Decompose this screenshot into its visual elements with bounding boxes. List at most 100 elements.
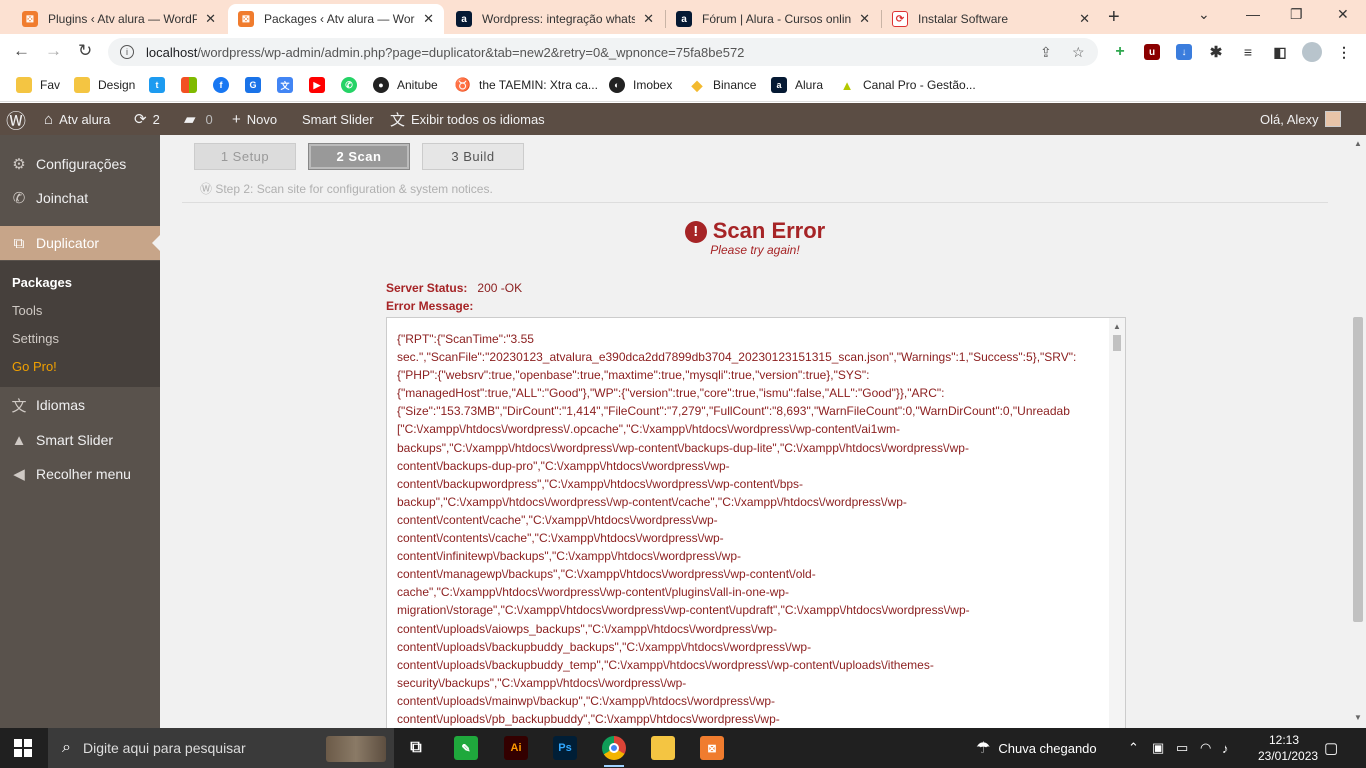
bookmark-facebook[interactable]: f <box>213 77 237 93</box>
chrome-icon[interactable] <box>602 736 626 767</box>
error-message-textarea[interactable]: {"RPT":{"ScanTime":"3.55 sec.","ScanFile"… <box>386 317 1126 728</box>
taskbar-clock[interactable]: 12:13 23/01/2023 <box>1258 732 1318 764</box>
comment-icon: ▰ <box>184 111 196 128</box>
bookmark-anitube[interactable]: ● Anitube <box>373 77 438 93</box>
comments-menu[interactable]: ▰ 0 <box>184 103 213 135</box>
back-icon[interactable]: ← <box>13 41 30 61</box>
bookmark-twitter[interactable]: t <box>149 77 173 93</box>
divider <box>182 202 1328 203</box>
whatsapp-icon: ✆ <box>341 77 357 93</box>
taskbar-search[interactable]: ⌕ Digite aqui para pesquisar <box>48 728 394 768</box>
site-info-icon[interactable]: i <box>120 45 134 59</box>
media-control-icon[interactable]: ≡ <box>1240 44 1256 60</box>
extension-plus-icon[interactable]: + <box>1112 43 1128 60</box>
smart-slider-menu[interactable]: Smart Slider <box>302 103 374 135</box>
browser-tab[interactable]: a Fórum | Alura - Cursos online ✕ <box>666 4 880 34</box>
binance-icon: ◆ <box>689 77 705 93</box>
scrollbar-thumb[interactable] <box>1353 317 1363 622</box>
new-tab-icon[interactable]: + <box>1108 6 1120 29</box>
languages-menu[interactable]: 文 Exibir todos os idiomas <box>390 103 545 135</box>
forward-icon[interactable]: → <box>45 41 62 61</box>
chevron-up-icon[interactable]: ⌃ <box>1128 728 1139 768</box>
close-tab-icon[interactable]: ✕ <box>1079 11 1090 27</box>
submenu-packages[interactable]: Packages <box>12 275 72 290</box>
submenu-go-pro[interactable]: Go Pro! <box>12 359 57 374</box>
side-panel-icon[interactable]: ◧ <box>1272 44 1288 60</box>
wifi-icon[interactable]: ◠ <box>1200 728 1211 768</box>
bookmark-whatsapp[interactable]: ✆ <box>341 77 365 93</box>
bookmark-youtube[interactable]: ▶ <box>309 77 333 93</box>
site-name-menu[interactable]: ⌂ Atv alura <box>44 103 110 135</box>
bookmark-microsoft[interactable] <box>181 77 205 93</box>
photoshop-icon[interactable]: Ps <box>553 736 577 760</box>
error-icon: ! <box>684 220 707 243</box>
close-window-icon[interactable]: ✕ <box>1337 6 1349 23</box>
browser-tab[interactable]: ⊠ Plugins ‹ Atv alura — WordPress ✕ <box>12 4 226 34</box>
battery-icon[interactable]: ▭ <box>1176 728 1188 768</box>
sidebar-item-joinchat[interactable]: ✆ Joinchat <box>0 181 160 215</box>
weather-widget[interactable]: ☂ Chuva chegando <box>976 728 1097 768</box>
bookmark-app[interactable]: G <box>245 77 269 93</box>
server-status: Server Status: 200 -OK <box>386 281 523 295</box>
scroll-down-icon[interactable]: ▼ <box>1354 713 1362 722</box>
close-tab-icon[interactable]: ✕ <box>643 11 654 27</box>
extensions-puzzle-icon[interactable]: ✱ <box>1208 44 1224 61</box>
browser-tab-active[interactable]: ⊠ Packages ‹ Atv alura — WordPress ✕ <box>228 4 444 34</box>
bookmark-translate[interactable]: 文 <box>277 77 301 93</box>
page-scrollbar[interactable]: ▲ ▼ <box>1350 135 1366 728</box>
xampp-icon[interactable]: ⊠ <box>700 736 724 760</box>
updates-menu[interactable]: ⟳ 2 <box>134 103 160 135</box>
scroll-up-icon[interactable]: ▲ <box>1113 322 1121 331</box>
new-content-menu[interactable]: + Novo <box>232 103 277 135</box>
wp-logo-menu[interactable]: Ⓦ <box>6 103 32 135</box>
bookmark-star-icon[interactable]: ☆ <box>1072 44 1085 61</box>
sidebar-item-idiomas[interactable]: 文 Idiomas <box>0 388 160 422</box>
close-tab-icon[interactable]: ✕ <box>205 11 216 27</box>
bookmark-binance[interactable]: ◆ Binance <box>689 77 756 93</box>
bookmark-folder[interactable]: Design <box>74 77 135 93</box>
sidebar-item-collapse[interactable]: ◀ Recolher menu <box>0 457 160 491</box>
browser-tab[interactable]: ⟳ Instalar Software ✕ <box>882 4 1100 34</box>
submenu-settings[interactable]: Settings <box>12 331 59 346</box>
bookmark-imobex[interactable]: ◐ Imobex <box>609 77 672 93</box>
browser-tab[interactable]: a Wordpress: integração whatsapp ✕ <box>446 4 664 34</box>
tab-search-icon[interactable]: ⌄ <box>1198 6 1210 23</box>
minimize-icon[interactable]: — <box>1246 6 1260 22</box>
task-view-icon[interactable]: ⧉ <box>404 736 428 760</box>
sidebar-item-settings[interactable]: ⚙ Configurações <box>0 147 160 181</box>
notification-icon[interactable]: ▢ <box>1324 728 1338 768</box>
address-bar[interactable]: i localhost/wordpress/wp-admin/admin.php… <box>108 38 1098 66</box>
close-tab-icon[interactable]: ✕ <box>423 11 434 27</box>
profile-avatar[interactable] <box>1302 42 1322 62</box>
volume-icon[interactable]: ♪ <box>1222 728 1229 768</box>
sidebar-item-duplicator[interactable]: ⧉ Duplicator <box>0 226 160 260</box>
error-message-line: security\/backups","C:\/xampp\/htdocs\/w… <box>397 675 687 690</box>
my-account-menu[interactable]: Olá, Alexy <box>1260 103 1341 135</box>
submenu-tools[interactable]: Tools <box>12 303 42 318</box>
bookmark-taemin[interactable]: ♉ the TAEMIN: Xtra ca... <box>455 77 598 93</box>
camera-icon[interactable]: ▣ <box>1152 728 1164 768</box>
illustrator-icon[interactable]: Ai <box>504 736 528 760</box>
share-icon[interactable]: ⇪ <box>1040 44 1052 61</box>
bookmark-alura[interactable]: a Alura <box>771 77 823 93</box>
plus-icon: + <box>232 110 241 128</box>
reload-icon[interactable]: ↻ <box>78 41 92 61</box>
app-green-icon[interactable]: ✎ <box>454 736 478 760</box>
restore-icon[interactable]: ❐ <box>1290 6 1303 23</box>
close-tab-icon[interactable]: ✕ <box>859 11 870 27</box>
windows-start-icon[interactable] <box>14 739 32 757</box>
bookmark-folder[interactable]: Fav <box>16 77 60 93</box>
ublock-icon[interactable]: u <box>1144 44 1160 60</box>
download-icon[interactable]: ↓ <box>1176 44 1192 60</box>
error-message-line: cache","C:\/xampp\/htdocs\/wordpress\/wp… <box>397 585 790 600</box>
whatsapp-icon: ✆ <box>12 190 26 207</box>
scroll-up-icon[interactable]: ▲ <box>1354 139 1362 148</box>
app-icon: G <box>245 77 261 93</box>
file-explorer-icon[interactable] <box>651 736 675 760</box>
bookmark-canal-pro[interactable]: ▲ Canal Pro - Gestão... <box>839 77 976 93</box>
message-scrollbar[interactable]: ▲ <box>1109 318 1125 728</box>
error-message-line: {"Size":"153.73MB","DirCount":"1,414","F… <box>397 404 1070 419</box>
scrollbar-thumb[interactable] <box>1113 335 1121 351</box>
sidebar-item-smart-slider[interactable]: ▲ Smart Slider <box>0 423 160 457</box>
browser-menu-icon[interactable]: ⋮ <box>1336 44 1352 60</box>
